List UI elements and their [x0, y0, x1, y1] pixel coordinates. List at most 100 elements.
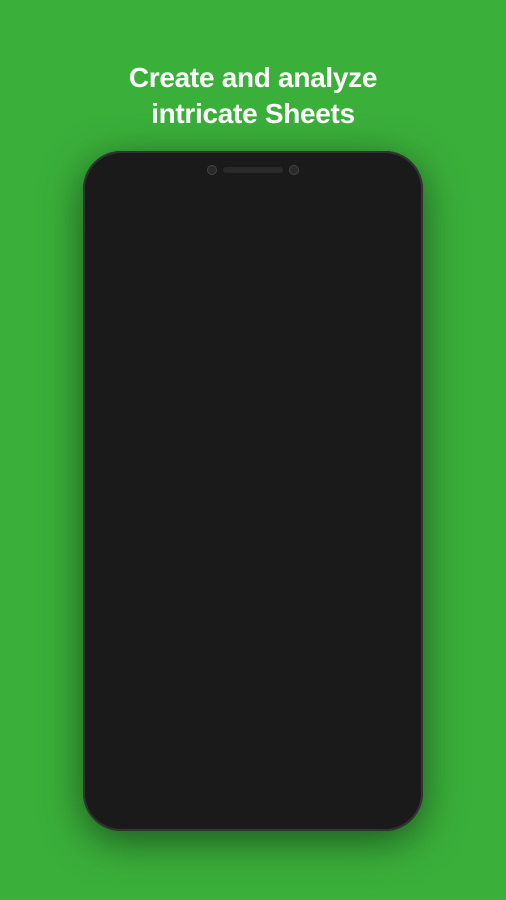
formula-input[interactable]: =SUM(H19:I25): [126, 323, 203, 335]
align-icon[interactable]: ≡: [395, 261, 403, 276]
table-row: 21 Full Page $ 1.00 $ 250.00 $6,250.00 $…: [96, 557, 411, 567]
expand-icon[interactable]: ∧: [391, 225, 401, 242]
col-d: D: [221, 343, 253, 355]
book-icon[interactable]: 📖: [365, 225, 382, 242]
font-bar: Century Gothic 10 a ▾ ≡: [95, 253, 411, 285]
headline: Create and analyze intricate Sheets: [69, 30, 437, 133]
align-right-button[interactable]: ≡: [389, 291, 403, 310]
dropdown-arrow-icon: ▾: [173, 226, 180, 242]
y-label-16000: 16000: [101, 707, 116, 713]
legend-actual-label: Actual: [375, 662, 392, 668]
table-row: 22 Half Page $ 60.00 $ 150.00 $7,500.00 …: [96, 567, 411, 577]
text-color-dropdown-icon[interactable]: ▾: [246, 260, 253, 276]
col-i: I: [375, 343, 410, 355]
subtitle1-cell: Projected Subtotal to Date: $63,800.00: [108, 367, 262, 377]
actual-header: ACTUAL SUBTOTAL: [338, 387, 411, 397]
bold-button[interactable]: B: [103, 291, 118, 310]
bar-projected-1: [119, 678, 127, 713]
borders-button[interactable]: ⊞: [190, 293, 206, 308]
app-toolbar: HOME ▾ 💾 ↩ ↪ 📖 ∧: [95, 215, 411, 253]
program-ads-label: Program Ads: [108, 527, 179, 537]
italic-button[interactable]: I: [126, 291, 136, 310]
table-row: 17 $ 0.00 $ 0.00: [96, 517, 411, 527]
chart-y-axis: 28000 24000 20000 16000: [101, 645, 119, 713]
y-label-24000: 24000: [101, 665, 116, 671]
strikethrough-button[interactable]: S: [167, 291, 182, 310]
vendors-projected-subtotal: $23,350.00: [301, 397, 338, 407]
table-row: 3 Actual Subtotal to Date: $65,725.00: [96, 377, 411, 387]
legend-projected: Projected: [364, 650, 400, 658]
sponsor-label: Sponsor / Partnerships: [108, 477, 179, 487]
cost-header: COST: [221, 387, 262, 397]
save-icon[interactable]: 💾: [300, 225, 317, 242]
y-label-28000: 28000: [101, 645, 116, 651]
camera-dot-2: [289, 165, 299, 175]
bar-group-4: [179, 678, 196, 713]
chart-bars: [119, 645, 405, 713]
chart-legend: Projected Actual: [364, 650, 400, 669]
vendors-actual-subtotal: $24,200.00: [375, 397, 410, 407]
battery-percent: 69%: [335, 199, 353, 209]
sheet-table: A B C D E F G H I 1 EVENT REV: [95, 343, 411, 628]
underline-button[interactable]: U: [144, 291, 159, 310]
formula-divider: [119, 321, 120, 337]
table-row: 1 EVENT REVENUE: [96, 355, 411, 367]
undo-icon[interactable]: ↩: [326, 225, 338, 242]
chart-title: PROJECTED vs. ACTUAL: [101, 633, 405, 642]
legend-actual: Actual: [364, 661, 400, 669]
table-row: 15 Featured Vendor $ 3.00 $1,200.00 $2,4…: [96, 497, 411, 507]
col-b: B: [143, 343, 179, 355]
format-dropdown-icon[interactable]: ▾: [214, 290, 227, 310]
wifi-icon: ▲▲: [302, 199, 320, 209]
redo-icon[interactable]: ↪: [346, 225, 358, 242]
corner-cell: [96, 343, 108, 355]
bar-group-3: [159, 658, 176, 713]
text-color-button[interactable]: a: [233, 261, 240, 276]
table-row: 25 $ 0.00 $ 0.00: [96, 597, 411, 607]
table-row: 9 Space - Medium $ 20.00 $ 450.00 $9,000…: [96, 437, 411, 447]
chart-wrapper: 28000 24000 20000 16000: [101, 645, 405, 720]
table-row: 12 $ 0.00 $ 0.00: [96, 467, 411, 477]
table-row: 16 $ 0.00 $ 0.00: [96, 507, 411, 517]
home-dropdown[interactable]: HOME ▾: [131, 226, 180, 242]
table-row: 13 Sponsor / Partnerships PROJECTED ACTU…: [96, 477, 411, 487]
bar-actual-1: [128, 663, 136, 713]
table-row: 8 Space - Large $ 14.00 $ 650.00 $9,750.…: [96, 427, 411, 437]
table-row: 24 $ 0.00 $ 0.00: [96, 587, 411, 597]
col-e: E: [253, 343, 262, 355]
home-label-text: HOME: [131, 226, 170, 241]
event-revenue-title: EVENT REVENUE: [108, 355, 411, 367]
bar-actual-3: [168, 658, 176, 713]
table-row: 2 Projected Subtotal to Date: $63,800.00: [96, 367, 411, 377]
chart-area: PROJECTED vs. ACTUAL 28000 24000 20000 1…: [95, 628, 411, 728]
col-a: A: [108, 343, 144, 355]
phone-screen: 🔇 ▲▲ |||| 69% 🔋 14:09 HOME ▾ 💾 ↩ ↪: [95, 193, 411, 789]
bar-projected-3: [159, 668, 167, 713]
format-bar: B I U S ⊞ ▾ A ▾ ≡: [95, 285, 411, 317]
status-icons: 🔇 ▲▲ |||| 69% 🔋: [288, 198, 368, 209]
camera-dot: [207, 165, 217, 175]
spreadsheet[interactable]: A B C D E F G H I 1 EVENT REV: [95, 343, 411, 728]
fx-label: fx: [103, 323, 113, 335]
col-c: C: [179, 343, 221, 355]
col-f: F: [262, 343, 301, 355]
bar-group-2: [139, 688, 156, 713]
bar-actual-2: [148, 688, 156, 713]
menu-button[interactable]: [105, 228, 123, 240]
highlight-button[interactable]: A: [235, 292, 242, 308]
status-time: 14:09: [377, 198, 403, 209]
font-size-input[interactable]: 10: [199, 259, 227, 277]
bar-projected-2: [139, 693, 147, 713]
vendors-label: Vendors: [108, 397, 179, 407]
font-name-input[interactable]: Century Gothic: [103, 259, 193, 277]
signal-icon: ||||: [323, 199, 332, 209]
ticket-sales-label: Ticket Sales: [108, 607, 179, 617]
table-row: 10 Space - Small $ 15.00 $ 300.00 $3,000…: [96, 447, 411, 457]
table-row: 23 Centerfold $ 1.00 $ 500.00 $ 500.00 $…: [96, 577, 411, 587]
highlight-dropdown-icon[interactable]: ▾: [250, 290, 263, 310]
table-row: 7 Exit Kiosk $ 1.00 $ 800.00 $ 800.00 $ …: [96, 417, 411, 427]
status-bar: 🔇 ▲▲ |||| 69% 🔋 14:09: [95, 193, 411, 215]
projected-header: PROJECTED SUBTOTAL: [262, 387, 338, 397]
phone-mockup: 🔇 ▲▲ |||| 69% 🔋 14:09 HOME ▾ 💾 ↩ ↪: [83, 151, 423, 831]
bar-projected-4: [179, 683, 187, 713]
